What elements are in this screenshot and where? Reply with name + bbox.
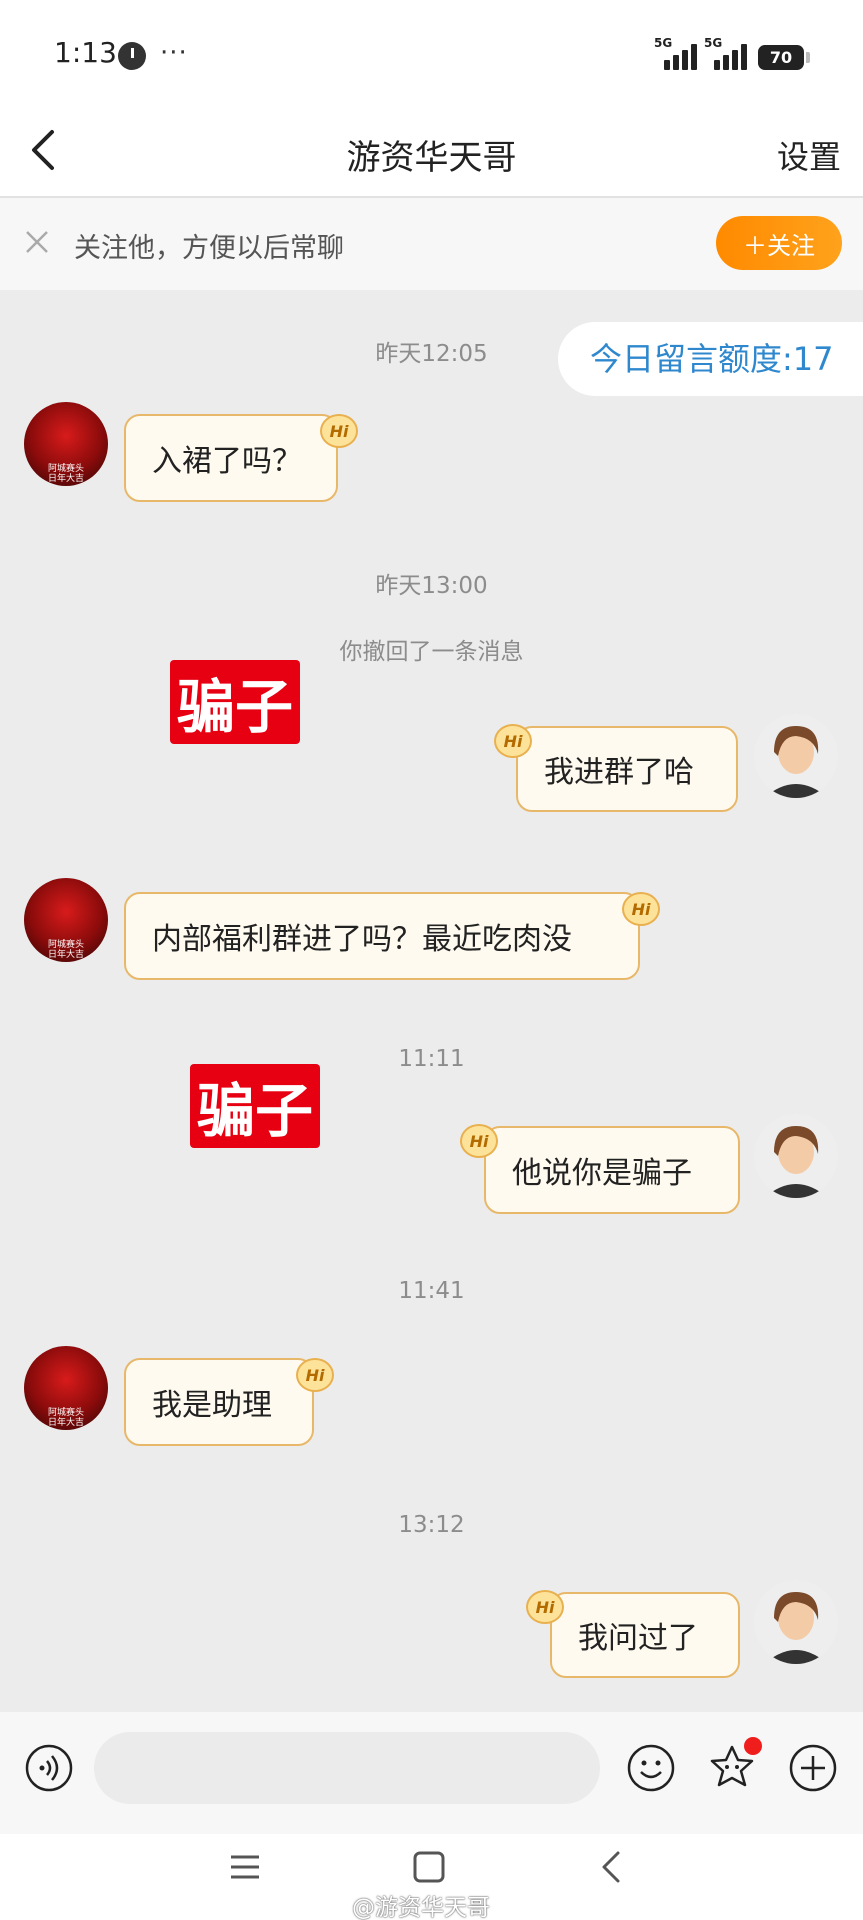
message-bubble-incoming[interactable]: 内部福利群进了吗？最近吃肉没 xyxy=(124,892,640,980)
message-bubble-outgoing[interactable]: 我问过了 xyxy=(550,1592,740,1678)
message-text: 内部福利群进了吗？最近吃肉没 xyxy=(152,922,572,957)
timestamp: 11:11 xyxy=(398,1046,465,1072)
message-bubble-outgoing[interactable]: 他说你是骗子 xyxy=(484,1126,740,1214)
watermark: @游资华天哥 xyxy=(352,1895,490,1920)
timestamp: 11:41 xyxy=(398,1278,465,1304)
nav-back-icon[interactable] xyxy=(598,1850,624,1884)
avatar[interactable] xyxy=(754,1114,838,1198)
battery-icon: 70 xyxy=(758,45,810,70)
message-bubble-outgoing[interactable]: 我进群了哈 xyxy=(516,726,738,812)
avatar[interactable]: 阿城赛头 日年大吉 xyxy=(24,402,108,486)
timestamp: 昨天12:05 xyxy=(375,341,488,367)
timestamp: 昨天13:00 xyxy=(375,573,488,599)
hi-badge: Hi xyxy=(320,414,358,448)
follow-button[interactable]: ＋关注 xyxy=(716,216,842,270)
message-input[interactable] xyxy=(94,1732,600,1804)
avatar-caption: 阿城赛头 日年大吉 xyxy=(47,464,84,484)
chat-area[interactable] xyxy=(0,290,863,1712)
scam-annotation: 骗子 xyxy=(170,660,300,744)
voice-icon[interactable] xyxy=(24,1743,74,1793)
plus-icon[interactable] xyxy=(788,1743,838,1793)
message-text: 我进群了哈 xyxy=(544,755,694,790)
avatar[interactable] xyxy=(754,1580,838,1664)
hi-badge: Hi xyxy=(622,892,660,926)
avatar[interactable] xyxy=(754,714,838,798)
hi-badge: Hi xyxy=(460,1124,498,1158)
hi-badge: Hi xyxy=(526,1590,564,1624)
home-icon[interactable] xyxy=(412,1850,446,1884)
avatar-caption: 阿城赛头 日年大吉 xyxy=(47,940,84,960)
close-icon[interactable] xyxy=(24,229,50,255)
settings-button[interactable]: 设置 xyxy=(777,132,841,178)
timestamp: 13:12 xyxy=(398,1512,465,1538)
avatar-caption: 阿城赛头 日年大吉 xyxy=(47,1408,84,1428)
message-text: 我是助理 xyxy=(152,1388,272,1423)
status-time: 1:13 xyxy=(54,36,117,69)
menu-icon[interactable] xyxy=(228,1852,262,1882)
message-text: 入裙了吗？ xyxy=(152,444,302,479)
hi-badge: Hi xyxy=(494,724,532,758)
signal-icon: 5G xyxy=(704,36,752,70)
message-bubble-incoming[interactable]: 入裙了吗？ xyxy=(124,414,338,502)
emoji-icon[interactable] xyxy=(626,1743,676,1793)
notification-dot xyxy=(744,1737,762,1755)
signal-label: 5G xyxy=(704,36,723,50)
scam-annotation: 骗子 xyxy=(190,1064,320,1148)
avatar[interactable]: 阿城赛头 日年大吉 xyxy=(24,1346,108,1430)
avatar[interactable]: 阿城赛头 日年大吉 xyxy=(24,878,108,962)
signal-label: 5G xyxy=(654,36,673,50)
status-more-icon: ··· xyxy=(160,38,188,68)
hi-badge: Hi xyxy=(296,1358,334,1392)
message-text: 我问过了 xyxy=(578,1621,698,1656)
signal-icon: 5G xyxy=(654,36,702,70)
recall-notice: 你撤回了一条消息 xyxy=(339,639,524,665)
message-bubble-incoming[interactable]: 我是助理 xyxy=(124,1358,314,1446)
message-text: 他说你是骗子 xyxy=(512,1156,692,1191)
clock-icon xyxy=(118,42,146,70)
follow-prompt: 关注他，方便以后常聊 xyxy=(74,233,344,264)
page-title: 游资华天哥 xyxy=(346,138,517,178)
